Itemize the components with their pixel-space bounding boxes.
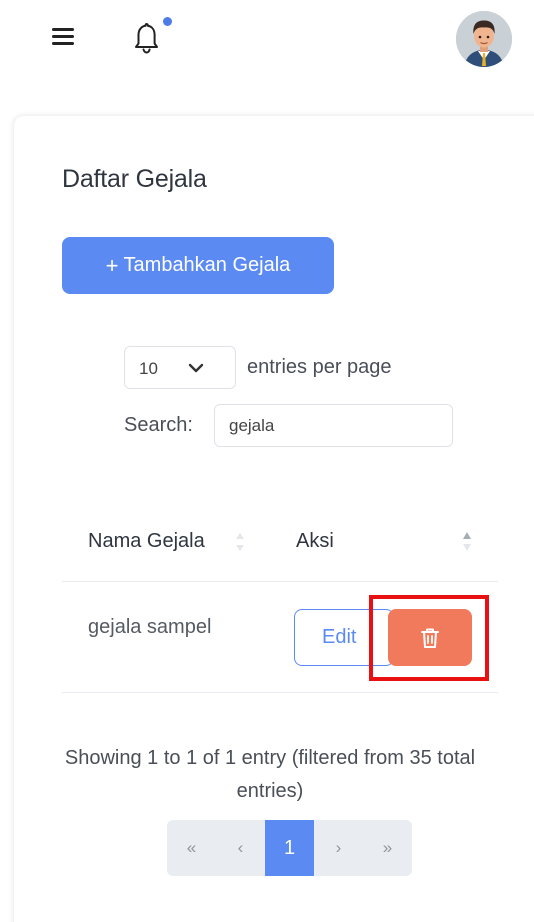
cell-nama-gejala: gejala sampel xyxy=(88,616,212,638)
pagination-last[interactable]: » xyxy=(363,820,412,876)
pagination-prev[interactable]: ‹ xyxy=(216,820,265,876)
notification-dot xyxy=(163,17,172,26)
user-avatar[interactable] xyxy=(456,11,512,67)
column-header-nama-gejala[interactable]: Nama Gejala xyxy=(88,530,205,553)
table-row-divider xyxy=(62,692,498,693)
table-info: Showing 1 to 1 of 1 entry (filtered from… xyxy=(64,747,476,802)
entries-per-page-label: entries per page xyxy=(247,356,392,378)
sort-icon[interactable] xyxy=(234,530,246,554)
page-title: Daftar Gejala xyxy=(62,165,207,193)
pagination: « ‹ 1 › » xyxy=(167,820,412,876)
add-gejala-button[interactable]: + Tambahkan Gejala xyxy=(62,237,334,294)
pagination-next[interactable]: › xyxy=(314,820,363,876)
per-page-value: 10 xyxy=(139,359,158,378)
search-input[interactable] xyxy=(214,404,453,447)
hamburger-menu-icon[interactable] xyxy=(51,26,77,48)
plus-icon: + xyxy=(105,252,119,278)
chevron-down-icon xyxy=(188,363,204,373)
pagination-first[interactable]: « xyxy=(167,820,216,876)
add-gejala-label: Tambahkan Gejala xyxy=(123,254,291,276)
notification-button[interactable] xyxy=(128,14,176,58)
pagination-page-1[interactable]: 1 xyxy=(265,820,314,876)
search-label: Search: xyxy=(124,414,193,436)
sort-ascending-icon[interactable] xyxy=(461,529,473,555)
entries-per-page-select[interactable]: 10 xyxy=(124,346,236,389)
column-header-aksi[interactable]: Aksi xyxy=(296,530,334,553)
table-header-divider xyxy=(62,581,498,582)
top-navbar xyxy=(0,0,534,80)
delete-button-highlight xyxy=(369,595,489,681)
